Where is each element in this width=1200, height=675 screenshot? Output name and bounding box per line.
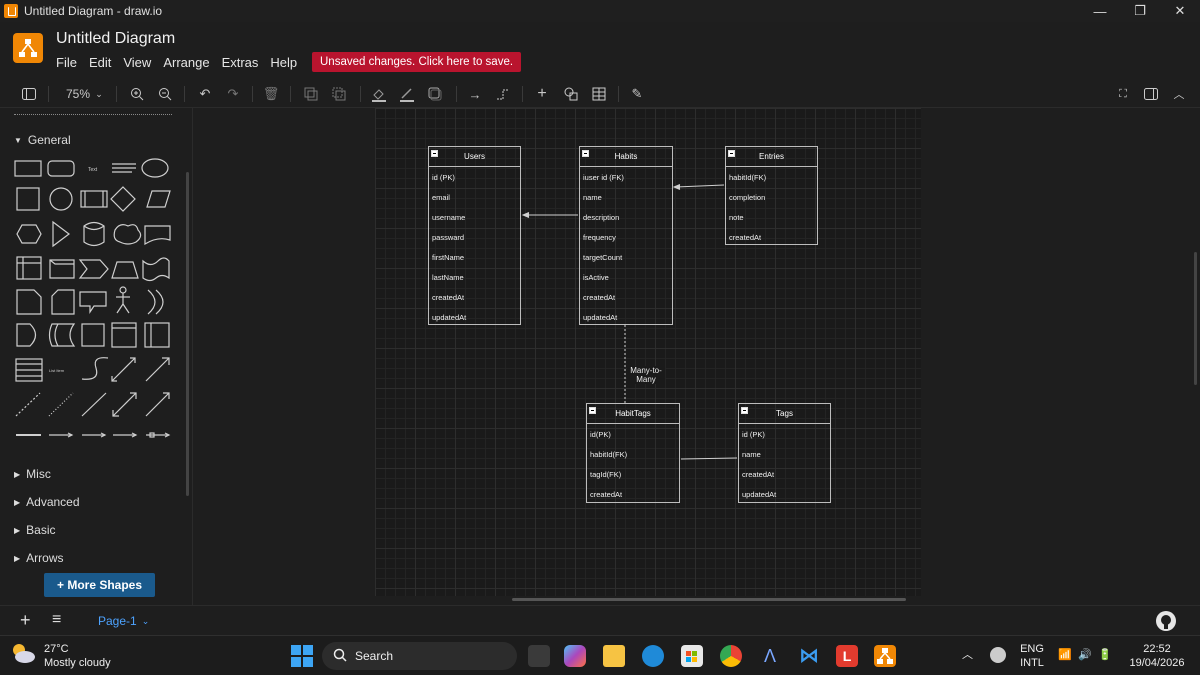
to-back-icon[interactable] [330,85,348,103]
format-panel-icon[interactable] [1142,85,1160,103]
maximize-button[interactable]: ❐ [1120,0,1160,22]
l-app-icon[interactable]: L [836,645,858,667]
security-tray-icon[interactable] [990,647,1006,663]
task-view-icon[interactable] [528,645,550,667]
minimize-button[interactable]: — [1080,0,1120,22]
tray-overflow-icon[interactable]: ︿ [962,648,973,662]
chrome-icon[interactable] [720,645,742,667]
zoom-level[interactable]: 75% [63,85,93,103]
taskbar-search[interactable]: Search [322,642,517,670]
section-general[interactable]: ▼ General [14,133,71,147]
document-title[interactable]: Untitled Diagram [56,30,175,48]
menu-extras[interactable]: Extras [222,55,259,70]
language-indicator[interactable]: ENG INTL [1016,642,1048,670]
unsaved-changes-button[interactable]: Unsaved changes. Click here to save. [312,52,522,72]
window-titlebar: Untitled Diagram - draw.io — ❐ ✕ [0,0,1200,22]
collapsed-triangle-icon: ▶ [14,553,21,563]
weather-text: Mostly cloudy [44,657,111,669]
collapsed-triangle-icon: ▶ [14,497,21,507]
horizontal-scrollbar[interactable] [512,598,906,601]
fullscreen-icon[interactable]: ⛶ [1114,85,1132,103]
github-icon[interactable] [1156,611,1176,631]
insert-shape-icon[interactable] [562,85,580,103]
table-icon[interactable] [590,85,608,103]
tab-page-1[interactable]: Page-1 ⌄ [90,606,158,636]
sidebar-scrollbar[interactable] [186,172,189,496]
undo-icon[interactable]: ↶ [196,85,214,103]
window-title: Untitled Diagram - draw.io [24,4,163,18]
close-button[interactable]: ✕ [1160,0,1200,22]
copilot-icon[interactable] [564,645,586,667]
drawio-logo[interactable] [13,33,43,63]
wifi-icon[interactable]: 📶 [1058,648,1072,662]
weather-widget[interactable]: 27°C Mostly cloudy [10,642,111,670]
delete-icon[interactable]: 🗑 [262,85,280,103]
menu-arrange[interactable]: Arrange [163,55,209,70]
insert-plus-icon[interactable]: + [533,85,551,103]
battery-icon[interactable]: 🔋 [1098,648,1112,662]
svg-text:Text: Text [88,167,98,173]
menu-bar: File Edit View Arrange Extras Help [56,55,309,70]
file-explorer-icon[interactable] [603,645,625,667]
relationship-connectors[interactable] [375,108,921,596]
waypoints-icon[interactable] [494,85,512,103]
app-header: Untitled Diagram File Edit View Arrange … [0,22,1200,78]
redo-icon[interactable]: ↷ [224,85,242,103]
collapsed-triangle-icon: ▶ [14,525,21,535]
temperature: 27°C [44,643,69,655]
windows-taskbar: 27°C Mostly cloudy Search Λ ⋈ L ︿ ENG IN… [0,635,1200,675]
section-advanced[interactable]: ▶ Advanced [14,495,80,509]
more-shapes-button[interactable]: + More Shapes [44,573,155,597]
sidebar-toggle-icon[interactable] [20,85,38,103]
add-page-button[interactable]: + [20,610,31,631]
line-color-icon[interactable] [398,85,416,103]
search-icon [333,648,347,665]
to-front-icon[interactable] [302,85,320,103]
drawio-app-icon [4,4,18,18]
shape-library-grid[interactable]: Text List Item [12,156,174,448]
clock[interactable]: 22:52 19/04/2026 [1124,642,1190,670]
expanded-triangle-icon: ▼ [14,135,22,145]
windows-start-icon[interactable] [290,644,314,668]
drawio-taskbar-icon[interactable] [874,645,896,667]
shapes-sidebar: ▼ General Text List Item ▶ Misc ▶ Advanc… [0,108,193,605]
connection-arrow-icon[interactable]: → [466,85,484,103]
collapse-chevron-icon[interactable]: ︿ [1170,85,1188,103]
diagram-canvas[interactable]: Users id (PK) email username passward fi… [194,108,1200,605]
menu-edit[interactable]: Edit [89,55,111,70]
partly-cloudy-icon [10,642,36,664]
zoom-dropdown-icon[interactable]: ⌄ [94,85,104,103]
fill-color-icon[interactable] [370,85,388,103]
zoom-in-icon[interactable] [128,85,146,103]
collapsed-triangle-icon: ▶ [14,469,21,479]
section-arrows[interactable]: ▶ Arrows [14,551,64,565]
menu-help[interactable]: Help [270,55,297,70]
vertical-scrollbar[interactable] [1194,252,1197,385]
microsoft-store-icon[interactable] [681,645,703,667]
menu-view[interactable]: View [123,55,151,70]
vscode-icon[interactable]: ⋈ [798,645,820,667]
section-basic[interactable]: ▶ Basic [14,523,56,537]
many-to-many-label[interactable]: Many-to- Many [627,366,665,384]
antigravity-icon[interactable]: Λ [759,645,781,667]
svg-text:List Item: List Item [49,368,65,373]
page-bar: + ≡ Page-1 ⌄ [0,605,1200,635]
volume-icon[interactable]: 🔊 [1078,648,1092,662]
edge-icon[interactable] [642,645,664,667]
menu-file[interactable]: File [56,55,77,70]
chevron-down-icon: ⌄ [141,615,150,626]
diagram-page[interactable]: Users id (PK) email username passward fi… [375,108,921,596]
toolbar: 75% ⌄ ↶ ↷ 🗑 → + ✎ ⛶ ︿ [0,80,1200,108]
pages-menu-button[interactable]: ≡ [52,611,61,629]
freehand-icon[interactable]: ✎ [628,85,646,103]
shadow-icon[interactable] [426,85,444,103]
section-misc[interactable]: ▶ Misc [14,467,51,481]
zoom-out-icon[interactable] [156,85,174,103]
